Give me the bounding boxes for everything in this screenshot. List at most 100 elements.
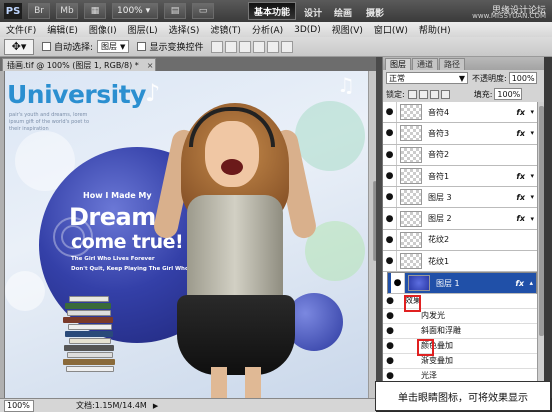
- menu-filter[interactable]: 滤镜(T): [210, 23, 241, 36]
- photoshop-logo: PS: [4, 3, 22, 19]
- screen-mode-button[interactable]: ▭: [192, 3, 214, 19]
- status-bar: 100% 文档:1.15M/14.4M ▶: [0, 398, 376, 412]
- fx-icon[interactable]: fx: [515, 279, 524, 288]
- close-icon[interactable]: ×: [147, 61, 154, 70]
- fx-icon[interactable]: fx: [516, 172, 525, 181]
- layer-row[interactable]: ● 花纹1: [383, 251, 537, 273]
- chevron-down-icon[interactable]: ▾: [530, 193, 534, 201]
- menu-image[interactable]: 图像(I): [89, 23, 117, 36]
- align-vcenter-icon[interactable]: [225, 40, 238, 53]
- effect-row[interactable]: ● 渐变叠加: [383, 353, 537, 369]
- canvas-vertical-scrollbar[interactable]: [368, 71, 378, 398]
- tab-channels[interactable]: 通道: [412, 58, 438, 70]
- menu-3d[interactable]: 3D(D): [294, 25, 321, 35]
- menu-select[interactable]: 选择(S): [169, 23, 200, 36]
- layer-row[interactable]: ● 图层 2 fx ▾: [383, 208, 537, 230]
- arrange-documents-button[interactable]: ▤: [164, 3, 186, 19]
- layer-row[interactable]: ● 花纹2: [383, 229, 537, 252]
- status-zoom-field[interactable]: 100%: [4, 399, 34, 412]
- chevron-down-icon[interactable]: ▾: [530, 172, 534, 180]
- menu-window[interactable]: 窗口(W): [374, 23, 408, 36]
- layer-thumbnail: [400, 253, 422, 270]
- lock-all-icon[interactable]: [440, 89, 450, 99]
- options-bar: ✥▾ 自动选择: 图层 ▼ 显示变换控件: [0, 37, 552, 57]
- menu-view[interactable]: 视图(V): [332, 23, 363, 36]
- eye-icon[interactable]: ●: [383, 309, 397, 323]
- effect-row[interactable]: ● 光泽: [383, 368, 537, 381]
- chevron-up-icon[interactable]: ▴: [529, 279, 533, 287]
- opacity-label: 不透明度:: [472, 73, 507, 83]
- eye-icon[interactable]: ●: [383, 187, 397, 208]
- align-top-icon[interactable]: [211, 40, 224, 53]
- align-bottom-icon[interactable]: [239, 40, 252, 53]
- lock-transparent-icon[interactable]: [407, 89, 417, 99]
- chevron-down-icon[interactable]: ▾: [530, 129, 534, 137]
- layer-row[interactable]: ● 音符1 fx ▾: [383, 165, 537, 188]
- tab-paths[interactable]: 路径: [439, 58, 465, 70]
- layer-thumbnail: [400, 104, 422, 121]
- workspace-painting-button[interactable]: 绘画: [334, 6, 352, 19]
- opacity-input[interactable]: 100%: [508, 72, 537, 84]
- menu-file[interactable]: 文件(F): [6, 23, 36, 36]
- lock-position-icon[interactable]: [429, 89, 439, 99]
- eye-icon[interactable]: ●: [383, 208, 397, 229]
- menu-help[interactable]: 帮助(H): [419, 23, 451, 36]
- menu-layer[interactable]: 图层(L): [128, 23, 158, 36]
- layer-name: 花纹2: [428, 235, 450, 245]
- effect-row[interactable]: ● 斜面和浮雕: [383, 323, 537, 339]
- align-buttons: [211, 40, 295, 53]
- minibridge-button[interactable]: Mb: [56, 3, 78, 19]
- bridge-button[interactable]: Br: [28, 3, 50, 19]
- menu-edit[interactable]: 编辑(E): [47, 23, 78, 36]
- view-extras-button[interactable]: ▦: [84, 3, 106, 19]
- eye-icon[interactable]: ●: [383, 354, 397, 368]
- menu-bar: 文件(F) 编辑(E) 图像(I) 图层(L) 选择(S) 滤镜(T) 分析(A…: [0, 22, 552, 37]
- fx-icon[interactable]: fx: [516, 108, 525, 117]
- eye-icon[interactable]: ●: [383, 251, 397, 272]
- effect-row[interactable]: ● 颜色叠加: [383, 338, 537, 354]
- eye-icon[interactable]: ●: [383, 369, 397, 381]
- menu-analysis[interactable]: 分析(A): [252, 23, 283, 36]
- align-hcenter-icon[interactable]: [267, 40, 280, 53]
- zoom-level-select[interactable]: 100% ▾: [112, 3, 158, 19]
- layer-row[interactable]: ● 音符4 fx ▾: [383, 102, 537, 124]
- status-menu-arrow-icon[interactable]: ▶: [153, 402, 158, 410]
- eye-icon[interactable]: ●: [383, 294, 397, 308]
- align-right-icon[interactable]: [281, 40, 294, 53]
- fx-icon[interactable]: fx: [516, 129, 525, 138]
- move-tool-preset-picker[interactable]: ✥▾: [4, 38, 34, 55]
- auto-select-checkbox[interactable]: [42, 42, 51, 51]
- auto-select-target-select[interactable]: 图层 ▼: [97, 40, 130, 53]
- layer-row[interactable]: ● 音符3 fx ▾: [383, 123, 537, 145]
- eye-icon[interactable]: ●: [383, 102, 397, 123]
- eye-icon[interactable]: ●: [383, 339, 397, 353]
- document-tab[interactable]: 插画.tif @ 100% (图层 1, RGB/8) * ×: [2, 58, 156, 71]
- workspace-design-button[interactable]: 设计: [304, 6, 322, 19]
- layer-row[interactable]: ● 图层 3 fx ▾: [383, 187, 537, 209]
- show-transform-controls-checkbox[interactable]: [137, 42, 147, 51]
- eye-icon[interactable]: ●: [383, 123, 397, 144]
- blend-mode-select[interactable]: 正常 ▼: [386, 72, 468, 84]
- align-left-icon[interactable]: [253, 40, 266, 53]
- fx-icon[interactable]: fx: [516, 193, 525, 202]
- tab-layers[interactable]: 图层: [385, 58, 411, 70]
- layer-thumbnail: [400, 125, 422, 142]
- eye-icon[interactable]: ●: [383, 144, 397, 165]
- chevron-down-icon[interactable]: ▾: [530, 108, 534, 116]
- girl-photo: [151, 99, 319, 398]
- layer-row-selected[interactable]: ● 图层 1 fx ▴: [387, 272, 537, 294]
- layer-row[interactable]: ● 音符2: [383, 144, 537, 166]
- workspace-photography-button[interactable]: 摄影: [366, 6, 384, 19]
- lock-image-icon[interactable]: [418, 89, 428, 99]
- workspace-essentials-button[interactable]: 基本功能: [248, 2, 296, 20]
- eye-icon[interactable]: ●: [383, 165, 397, 187]
- fill-label: 填充:: [473, 89, 493, 99]
- eye-icon[interactable]: ●: [383, 324, 397, 338]
- show-transform-controls-label: 显示变换控件: [149, 43, 204, 53]
- eye-icon[interactable]: ●: [383, 229, 397, 251]
- eye-icon[interactable]: ●: [391, 273, 405, 293]
- document-canvas[interactable]: University pair's youth and dreams, lore…: [5, 71, 368, 398]
- fx-icon[interactable]: fx: [516, 214, 525, 223]
- fill-input[interactable]: 100%: [494, 88, 523, 100]
- chevron-down-icon[interactable]: ▾: [530, 215, 534, 223]
